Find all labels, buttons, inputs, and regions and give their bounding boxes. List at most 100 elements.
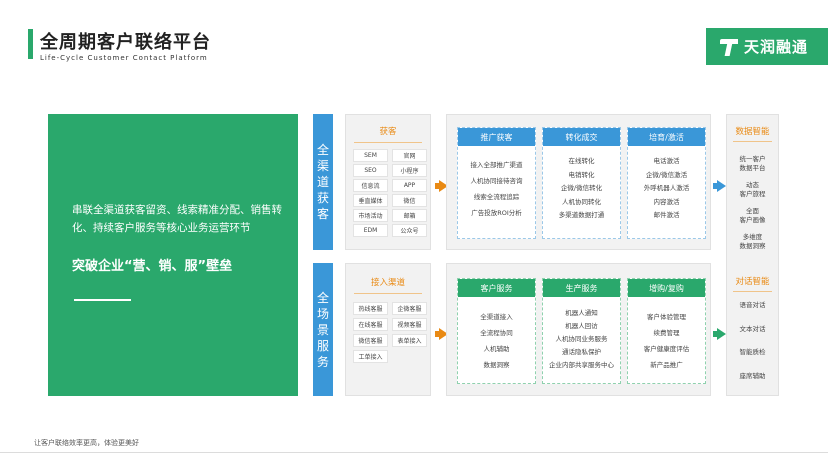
card-item: 人机协同转化: [562, 197, 601, 206]
card-service-upsell: 增购/复购 客户体验管理 续费管理 客户健康度评估 新产品推广: [627, 278, 706, 384]
card-item: 客户健康度评估: [643, 345, 690, 353]
channel-tag: 微信: [392, 194, 427, 207]
footer-divider: [0, 452, 828, 453]
data-item-line: 多维度: [742, 233, 763, 241]
channel-tag: 小程序: [392, 164, 427, 177]
service-channels-title: 接入渠道: [370, 278, 405, 288]
card-item: 在线转化: [568, 157, 595, 165]
data-item-line: 统一客户: [739, 155, 766, 163]
card-title: 生产服务: [543, 279, 620, 297]
acquire-tag-grid: SEM 官网 SEO 小程序 信息流 APP 垂直媒体 微信 市场活动 邮箱 E…: [353, 149, 427, 237]
data-item-line: 数据洞察: [739, 242, 766, 250]
row-label-acquire: 全 渠 道 获 客: [313, 114, 333, 250]
intro-divider: [74, 299, 131, 301]
card-item: 人机辅助: [483, 345, 510, 353]
data-item-line: 客户旅程: [739, 190, 766, 198]
card-item: 电话激活: [653, 157, 680, 165]
channel-tag: 信息流: [353, 179, 388, 192]
page-subtitle: Life-Cycle Customer Contact Platform: [40, 54, 208, 62]
card-item: 接入全部推广渠道: [470, 161, 523, 169]
card-item: 人机协同业务服务: [555, 335, 608, 343]
card-item: 内容激活: [653, 197, 680, 206]
channel-tag: SEO: [353, 164, 388, 177]
card-service-customer: 客户服务 全渠道接入 全流程协同 人机辅助 数据洞察: [457, 278, 536, 384]
channel-tag: 在线客服: [353, 318, 388, 331]
service-tag-grid: 热线客服 企微客服 在线客服 视频客服 微信客服 表单接入 工单接入: [353, 302, 427, 363]
intelligence-column: 数据智能 统一客户 数据平台 动态 客户旅程 全面 客户画像 多维度 数据洞察 …: [726, 114, 779, 396]
dialog-intelligence-title: 对话智能: [735, 277, 770, 287]
row-label-char: 道: [316, 175, 329, 189]
dialog-item: 语音对话: [739, 301, 766, 309]
row-label-char: 客: [316, 207, 329, 221]
card-item: 企业内部共享服务中心: [549, 361, 614, 369]
channel-tag: 工单接入: [353, 350, 388, 363]
channel-tag: 垂直媒体: [353, 194, 388, 207]
channel-tag: 公众号: [392, 224, 427, 237]
card-item: 线索全流程追踪: [473, 193, 520, 201]
service-channels-underline: [354, 293, 422, 294]
channel-tag: SEM: [353, 149, 388, 162]
card-item: 客户体验管理: [647, 313, 686, 321]
card-title: 培育/激活: [628, 128, 705, 146]
card-acquire-convert: 转化成交 在线转化 电销转化 企微/微信转化 人机协同转化 多渠道数据打通: [542, 127, 621, 239]
data-item-line: 动态: [746, 181, 759, 189]
logo-t-icon: [720, 38, 738, 56]
card-item: 邮件激活: [653, 211, 680, 219]
channel-tag: APP: [392, 179, 427, 192]
row-label-char: 服: [316, 338, 329, 353]
arrow-right-icon: [713, 180, 726, 192]
card-service-production: 生产服务 机器人通知 机器人回访 人机协同业务服务 通话隐私保护 企业内部共享服…: [542, 278, 621, 384]
data-item: 统一客户 数据平台: [727, 155, 778, 173]
acquire-channels-title: 获客: [379, 127, 397, 137]
title-accent-bar: [28, 29, 33, 59]
card-item: 电销转化: [568, 170, 595, 179]
brand-logo: 天润融通: [706, 28, 828, 65]
dialog-item: 文本对话: [739, 325, 766, 333]
data-item: 动态 客户旅程: [727, 181, 778, 199]
card-item: 企微/微信转化: [560, 184, 603, 192]
card-item: 全流程协同: [480, 329, 513, 337]
acquire-cards-box: 推广获客 接入全部推广渠道 人机协同接待咨询 线索全流程追踪 广告投放ROI分析…: [446, 114, 711, 250]
row-label-char: 景: [316, 322, 329, 337]
card-acquire-nurture: 培育/激活 电话激活 企微/微信激活 外呼机器人激活 内容激活 邮件激活: [627, 127, 706, 239]
card-item: 通话隐私保护: [562, 348, 601, 356]
dialog-intelligence-underline: [733, 291, 772, 292]
row-label-char: 全: [316, 290, 329, 305]
card-title: 客户服务: [458, 279, 535, 297]
row-label-char: 全: [316, 143, 329, 157]
row-label-char: 场: [316, 306, 329, 321]
acquire-channels-box: 获客 SEM 官网 SEO 小程序 信息流 APP 垂直媒体 微信 市场活动 邮…: [345, 114, 431, 250]
data-item: 多维度 数据洞察: [727, 233, 778, 251]
card-title: 增购/复购: [628, 279, 705, 297]
channel-tag: 微信客服: [353, 334, 388, 347]
card-title: 转化成交: [543, 128, 620, 146]
channel-tag: EDM: [353, 224, 388, 237]
channel-tag: 企微客服: [392, 302, 427, 315]
dialog-item: 智能质检: [739, 348, 766, 356]
dialog-item: 座席辅助: [739, 372, 766, 380]
card-item: 多渠道数据打通: [558, 211, 605, 219]
intro-panel: 串联全渠道获客留资、线索精准分配、销售转化、持续客户服务等核心业务运营环节 突破…: [48, 114, 298, 396]
row-label-char: 渠: [316, 159, 329, 173]
card-title: 推广获客: [458, 128, 535, 146]
row-label-char: 务: [316, 354, 329, 369]
row-label-service: 全 场 景 服 务: [313, 263, 333, 396]
card-item: 新产品推广: [650, 361, 683, 369]
card-item: 企微/微信激活: [645, 170, 688, 179]
card-item: 续费管理: [653, 329, 680, 337]
channel-tag: 表单接入: [392, 334, 427, 347]
intro-slogan: 突破企业“营、销、服”壁垒: [72, 259, 233, 274]
channel-tag: 邮箱: [392, 209, 427, 222]
card-item: 全渠道接入: [480, 313, 513, 321]
card-item: 机器人通知: [565, 309, 598, 317]
channel-tag: 市场活动: [353, 209, 388, 222]
data-item-line: 客户画像: [739, 216, 766, 224]
row-label-char: 获: [316, 191, 329, 205]
arrow-right-icon: [713, 328, 726, 340]
card-item: 数据洞察: [483, 361, 510, 369]
card-item: 人机协同接待咨询: [470, 177, 523, 185]
data-item: 全面 客户画像: [727, 207, 778, 225]
data-intelligence-title: 数据智能: [735, 127, 770, 137]
service-cards-box: 客户服务 全渠道接入 全流程协同 人机辅助 数据洞察 生产服务 机器人通知 机器…: [446, 263, 711, 396]
card-item: 机器人回访: [565, 322, 598, 330]
